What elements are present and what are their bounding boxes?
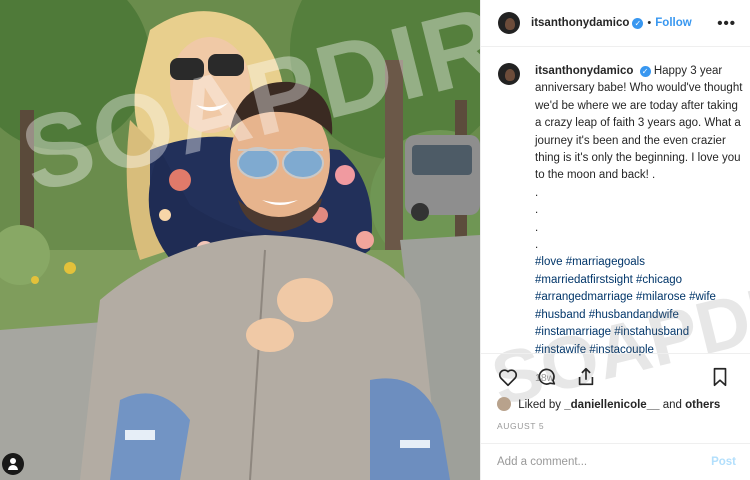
- share-icon[interactable]: [575, 366, 601, 390]
- hashtag-link[interactable]: #husbandandwife: [589, 309, 679, 321]
- user-silhouette-icon[interactable]: [2, 453, 24, 475]
- hashtag-link[interactable]: #marriagegoals: [566, 256, 645, 268]
- hashtag-link[interactable]: #arrangedmarriage: [535, 291, 633, 303]
- hashtag-link[interactable]: #chicago: [636, 274, 682, 286]
- hashtag-link[interactable]: #wife: [689, 291, 716, 303]
- likes-summary: Liked by _daniellenicole__ and others: [497, 397, 720, 411]
- post-comment-button[interactable]: Post: [711, 456, 736, 468]
- caption-text: itsanthonydamico ✓ Happy 3 year annivers…: [535, 63, 743, 387]
- heart-icon[interactable]: [497, 366, 523, 390]
- avatar[interactable]: [498, 12, 520, 34]
- caption-verified-badge-icon: ✓: [639, 66, 651, 78]
- post-username[interactable]: itsanthonydamico: [531, 17, 629, 29]
- likes-others-link[interactable]: others: [685, 399, 720, 411]
- comment-bubble-icon[interactable]: [536, 366, 562, 390]
- comment-bar: Post: [480, 443, 750, 480]
- hashtag-list: #love #marriagegoals #marriedatfirstsigh…: [535, 256, 716, 355]
- post-header: itsanthonydamico ✓ • Follow •••: [481, 0, 750, 47]
- hashtag-link[interactable]: #instahusband: [614, 326, 689, 338]
- post-photo[interactable]: SOAPDIRT: [0, 0, 480, 480]
- action-bar: [480, 353, 750, 398]
- hashtag-link[interactable]: #milarose: [636, 291, 686, 303]
- verified-badge-icon: ✓: [632, 17, 644, 29]
- post-date: AUGUST 5: [497, 421, 545, 431]
- follow-button[interactable]: Follow: [655, 17, 691, 29]
- caption-block: itsanthonydamico ✓ Happy 3 year annivers…: [498, 63, 742, 387]
- caption-dot-line: .: [535, 239, 539, 252]
- liker-username[interactable]: _daniellenicole__: [564, 399, 659, 411]
- likes-prefix: Liked by: [518, 399, 562, 411]
- hashtag-link[interactable]: #love: [535, 256, 563, 268]
- likes-conjunction: and: [662, 399, 682, 411]
- hashtag-link[interactable]: #marriedatfirstsight: [535, 274, 633, 286]
- ellipsis-icon[interactable]: •••: [717, 15, 736, 32]
- comment-input[interactable]: [497, 456, 712, 468]
- hashtag-link[interactable]: #husband: [535, 309, 586, 321]
- caption-avatar[interactable]: [498, 63, 520, 85]
- caption-dot-line: .: [535, 221, 539, 234]
- caption-username[interactable]: itsanthonydamico: [535, 65, 633, 77]
- bookmark-icon[interactable]: [709, 366, 735, 390]
- caption-body: Happy 3 year anniversary babe! Who would…: [535, 65, 743, 182]
- hashtag-link[interactable]: #instamarriage: [535, 326, 611, 338]
- header-separator: •: [647, 17, 652, 29]
- liker-avatar[interactable]: [497, 397, 511, 411]
- caption-dot-line: .: [535, 204, 539, 217]
- caption-dot-line: .: [535, 186, 539, 199]
